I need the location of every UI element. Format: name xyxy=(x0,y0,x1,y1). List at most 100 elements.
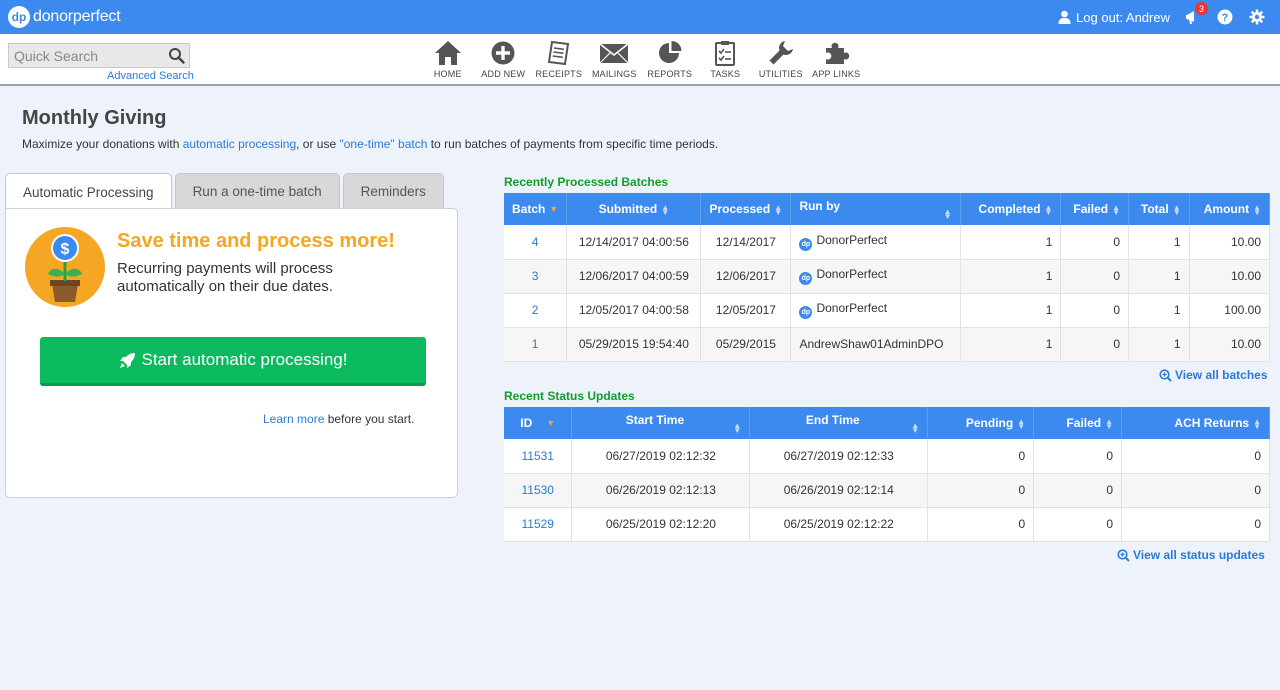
zoom-in-icon xyxy=(1159,368,1172,382)
batch-id-link[interactable]: 1 xyxy=(504,327,568,362)
nav-reports[interactable]: REPORTS xyxy=(642,40,698,79)
total-cell: 1 xyxy=(1128,225,1190,260)
total-cell: 1 xyxy=(1128,327,1190,362)
advanced-search-link[interactable]: Advanced Search xyxy=(107,70,194,82)
batch-id-link[interactable]: 3 xyxy=(504,259,568,294)
svg-text:$: $ xyxy=(61,241,70,258)
svg-text:?: ? xyxy=(1222,12,1229,24)
col-status-failed[interactable]: Failed ▲ ▼ xyxy=(1033,407,1123,439)
pie-chart-icon xyxy=(658,41,682,63)
automatic-processing-link[interactable]: automatic processing xyxy=(183,137,296,151)
processed-cell: 12/06/2017 xyxy=(700,259,792,294)
learn-more-link[interactable]: Learn more xyxy=(263,412,324,426)
batch-id-link[interactable]: 4 xyxy=(504,225,568,260)
amount-cell: 10.00 xyxy=(1189,225,1271,260)
status-id-link[interactable]: 11531 xyxy=(504,439,573,474)
nav-tasks[interactable]: TASKS xyxy=(698,40,754,79)
col-end-time[interactable]: End Time ▲ ▼ xyxy=(749,407,929,439)
wrench-icon xyxy=(769,41,793,65)
nav-receipts[interactable]: RECEIPTS xyxy=(531,40,587,79)
dp-logo-icon: dp xyxy=(799,272,813,285)
col-start-time[interactable]: Start Time ▲ ▼ xyxy=(571,407,751,439)
dp-logo-icon: dp xyxy=(799,306,813,319)
col-batch[interactable]: Batch ▼ xyxy=(504,193,568,225)
status-header-row: ID ▼ Start Time ▲ ▼ End Time ▲ ▼ Pending ▲ ▼ Fa… xyxy=(504,407,1270,439)
sort-icon: ▲ ▼ xyxy=(911,421,920,435)
sort-icon: ▲ ▼ xyxy=(1253,416,1261,431)
notification-count-badge: 3 xyxy=(1195,2,1208,15)
sort-desc-icon: ▼ xyxy=(546,418,556,429)
learn-more-text: Learn more before you start. xyxy=(263,412,414,426)
logout-link[interactable]: Log out: Andrew xyxy=(1058,10,1170,25)
settings-button[interactable] xyxy=(1248,8,1266,26)
page-title: Monthly Giving xyxy=(22,107,167,129)
quick-search-box xyxy=(8,43,190,68)
nav-mailings-label: MAILINGS xyxy=(591,69,637,79)
tab-reminders[interactable]: Reminders xyxy=(342,173,444,209)
col-total[interactable]: Total ▲ ▼ xyxy=(1128,193,1190,225)
total-cell: 1 xyxy=(1128,259,1190,294)
dp-logo-icon: dp xyxy=(799,237,813,251)
status-id-link[interactable]: 11530 xyxy=(504,473,573,508)
promo-body: Recurring payments will process automati… xyxy=(117,260,333,295)
view-all-batches-link[interactable]: View all batches xyxy=(1159,368,1268,382)
tab-automatic-processing[interactable]: Automatic Processing xyxy=(5,173,172,210)
submitted-cell: 12/14/2017 04:00:56 xyxy=(566,225,702,260)
col-processed[interactable]: Processed ▲ ▼ xyxy=(700,193,792,225)
col-pending[interactable]: Pending ▲ ▼ xyxy=(927,407,1035,439)
col-completed[interactable]: Completed ▲ ▼ xyxy=(960,193,1062,225)
one-time-batch-link[interactable]: "one-time" batch xyxy=(339,137,427,151)
end-time-cell: 06/26/2019 02:12:14 xyxy=(749,473,929,508)
notifications-button[interactable]: 3 xyxy=(1184,2,1208,26)
batch-id-link[interactable]: 2 xyxy=(504,293,568,328)
col-id[interactable]: ID ▼ xyxy=(504,407,573,439)
view-all-status-updates-link[interactable]: View all status updates xyxy=(1117,548,1265,562)
nav-reports-label: REPORTS xyxy=(647,69,693,79)
nav-bar: Advanced Search HOME ADD NEW RECEIPTS MA… xyxy=(0,34,1280,86)
batches-header-row: Batch ▼ Submitted ▲ ▼ Processed ▲ ▼ Run by ▲ ▼ … xyxy=(504,193,1271,225)
app-logo[interactable]: dp donorperfect xyxy=(8,6,121,28)
sort-desc-icon: ▼ xyxy=(549,204,559,215)
logo-text: donorperfect xyxy=(33,8,121,25)
nav-home[interactable]: HOME xyxy=(420,40,476,79)
batches-section-title: Recently Processed Batches xyxy=(504,175,669,189)
sort-icon: ▲ ▼ xyxy=(733,421,742,435)
nav-mailings[interactable]: MAILINGS xyxy=(587,40,643,79)
processed-cell: 05/29/2015 xyxy=(700,327,792,362)
col-ach-returns[interactable]: ACH Returns ▲ ▼ xyxy=(1121,407,1270,439)
page-subtitle: Maximize your donations with automatic p… xyxy=(22,137,718,151)
nav-app-links[interactable]: APP LINKS xyxy=(809,40,865,79)
search-icon[interactable] xyxy=(168,47,185,64)
status-id-link[interactable]: 11529 xyxy=(504,507,573,542)
ach-returns-cell: 0 xyxy=(1121,439,1270,474)
view-all-status-label: View all status updates xyxy=(1133,548,1265,562)
logo-badge: dp xyxy=(8,6,30,28)
learn-more-rest: before you start. xyxy=(324,412,415,426)
nav-tasks-label: TASKS xyxy=(710,69,741,79)
pending-cell: 0 xyxy=(927,439,1035,474)
automatic-processing-panel: $ Save time and process more! Recurring … xyxy=(5,208,458,498)
col-run-by[interactable]: Run by ▲ ▼ xyxy=(790,193,961,225)
processed-cell: 12/05/2017 xyxy=(700,293,792,328)
tab-one-time-batch[interactable]: Run a one-time batch xyxy=(174,173,340,209)
help-button[interactable]: ? xyxy=(1216,8,1234,26)
nav-utilities[interactable]: UTILITIES xyxy=(753,40,809,79)
start-automatic-processing-button[interactable]: Start automatic processing! xyxy=(40,337,426,386)
col-amount[interactable]: Amount ▲ ▼ xyxy=(1189,193,1271,225)
col-failed[interactable]: Failed ▲ ▼ xyxy=(1060,193,1130,225)
completed-cell: 1 xyxy=(960,259,1062,294)
nav-home-label: HOME xyxy=(433,69,462,79)
sort-icon: ▲ ▼ xyxy=(1112,202,1121,217)
submitted-cell: 12/06/2017 04:00:59 xyxy=(566,259,702,294)
amount-cell: 10.00 xyxy=(1189,259,1271,294)
nav-add-new[interactable]: ADD NEW xyxy=(476,40,532,79)
col-submitted[interactable]: Submitted ▲ ▼ xyxy=(566,193,702,225)
ach-returns-cell: 0 xyxy=(1121,473,1270,508)
quick-search-input[interactable] xyxy=(9,47,159,64)
table-row: 3 12/06/2017 04:00:59 12/06/2017 dp Donor… xyxy=(504,259,1271,294)
failed-cell: 0 xyxy=(1033,507,1123,542)
sort-icon: ▲ ▼ xyxy=(1017,416,1026,431)
promo-heading: Save time and process more! xyxy=(117,230,395,252)
nav-receipts-label: RECEIPTS xyxy=(535,69,583,79)
start-time-cell: 06/25/2019 02:12:20 xyxy=(571,507,751,542)
